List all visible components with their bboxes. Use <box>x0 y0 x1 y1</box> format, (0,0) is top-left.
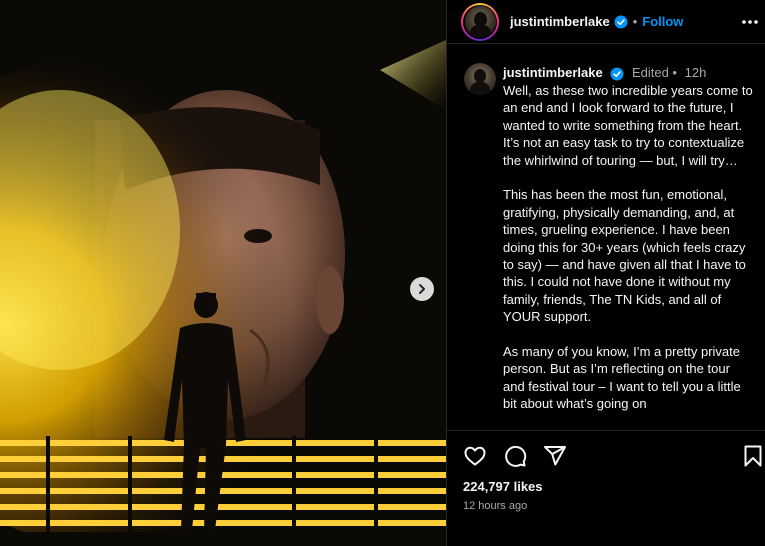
follow-button[interactable]: Follow <box>642 14 683 29</box>
caption-time: 12h <box>684 65 707 80</box>
caption-paragraph: Well, as these two incredible years come… <box>503 83 753 168</box>
heart-icon[interactable] <box>463 444 489 470</box>
more-options-icon[interactable] <box>739 11 761 33</box>
caption-paragraph: This has been the most fun, emotional, g… <box>503 187 746 325</box>
carousel-next-button[interactable] <box>410 277 434 301</box>
caption-username[interactable]: justintimberlake <box>503 65 603 80</box>
separator-dot: • <box>632 14 638 29</box>
bookmark-icon[interactable] <box>741 444 765 470</box>
caption-section: justintimberlake Edited • 12h Well, as t… <box>447 55 765 430</box>
verified-badge-icon <box>614 15 628 29</box>
caption-paragraph: As many of you know, I’m a pretty privat… <box>503 344 741 412</box>
post-media[interactable] <box>0 0 446 546</box>
author-username[interactable]: justintimberlake <box>510 14 610 29</box>
caption-text: Well, as these two incredible years come… <box>503 82 753 430</box>
comment-icon[interactable] <box>503 444 529 470</box>
stage-photo <box>0 0 446 546</box>
avatar <box>464 6 496 37</box>
post-timestamp[interactable]: 12 hours ago <box>463 500 527 512</box>
caption-avatar[interactable] <box>464 63 496 95</box>
like-count[interactable]: 224,797 likes <box>463 479 543 494</box>
chevron-right-icon <box>419 284 425 294</box>
post-details-panel: justintimberlake • Follow justintimberla… <box>446 0 765 546</box>
action-bar <box>463 444 762 472</box>
edited-label: Edited • <box>631 65 677 80</box>
caption-header: justintimberlake Edited • 12h <box>503 65 706 81</box>
verified-badge-icon <box>610 67 624 81</box>
divider <box>447 430 765 431</box>
post-header: justintimberlake • Follow <box>447 0 765 44</box>
story-avatar[interactable] <box>461 2 499 41</box>
share-icon[interactable] <box>543 444 569 470</box>
